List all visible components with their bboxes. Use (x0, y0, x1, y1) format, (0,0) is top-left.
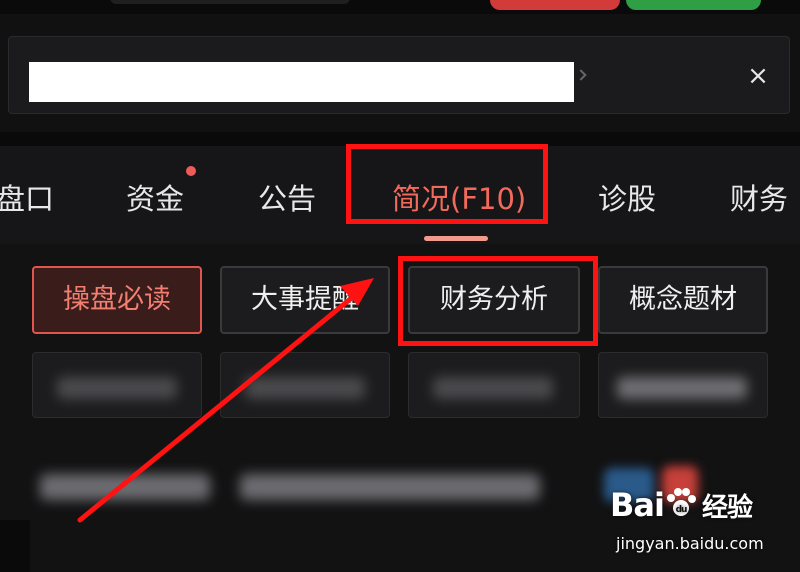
tab-zijin[interactable]: 资金 (126, 176, 184, 218)
blurred-item (598, 352, 768, 418)
sell-button[interactable] (490, 0, 620, 10)
notification-dot-icon (186, 166, 196, 176)
sub-tab-gainian-ticai[interactable]: 概念题材 (598, 266, 768, 334)
blurred-text (240, 474, 540, 500)
buy-button[interactable] (626, 0, 761, 10)
search-caret-icon (575, 69, 587, 81)
watermark-url: jingyan.baidu.com (616, 534, 764, 553)
tab-bar: 盘口 资金 公告 简况(F10) 诊股 财务 (0, 146, 800, 244)
sub-tab-caopan-bidu[interactable]: 操盘必读 (32, 266, 202, 334)
close-icon[interactable]: × (745, 63, 771, 89)
search-input-redacted[interactable] (29, 62, 574, 102)
section-divider (0, 132, 800, 146)
paw-icon: du (666, 488, 696, 516)
blurred-item (32, 352, 202, 418)
sub-tab-caiwu-fenxi[interactable]: 财务分析 (408, 266, 580, 334)
blurred-text (433, 377, 553, 399)
edge-shadow (0, 520, 30, 572)
watermark-logo-prefix: Bai (610, 486, 665, 524)
tab-gonggao[interactable]: 公告 (258, 176, 316, 218)
search-bar[interactable]: × (8, 36, 790, 114)
sub-tab-dashi-tixing[interactable]: 大事提醒 (220, 266, 390, 334)
tab-pankou[interactable]: 盘口 (0, 176, 54, 218)
svg-text:du: du (676, 505, 687, 515)
tab-zhengu[interactable]: 诊股 (598, 176, 656, 218)
blurred-item (220, 352, 390, 418)
watermark-logo: Bai du 经验 (610, 486, 753, 524)
blurred-item (408, 352, 580, 418)
blurred-text (57, 377, 177, 399)
blurred-text (40, 474, 210, 500)
baidu-jingyan-watermark: Bai du 经验 jingyan.baidu.com (610, 486, 790, 566)
active-tab-indicator (424, 236, 488, 241)
top-pill (110, 0, 350, 4)
blurred-text (617, 377, 747, 399)
stock-detail-screen: × 盘口 资金 公告 简况(F10) 诊股 财务 操盘必读 大事提醒 财务分析 … (0, 0, 800, 572)
watermark-logo-suffix: 经验 (701, 493, 753, 523)
blurred-text (245, 377, 365, 399)
tab-jiankuang-f10[interactable]: 简况(F10) (392, 176, 526, 218)
tab-caiwu[interactable]: 财务 (730, 176, 788, 218)
